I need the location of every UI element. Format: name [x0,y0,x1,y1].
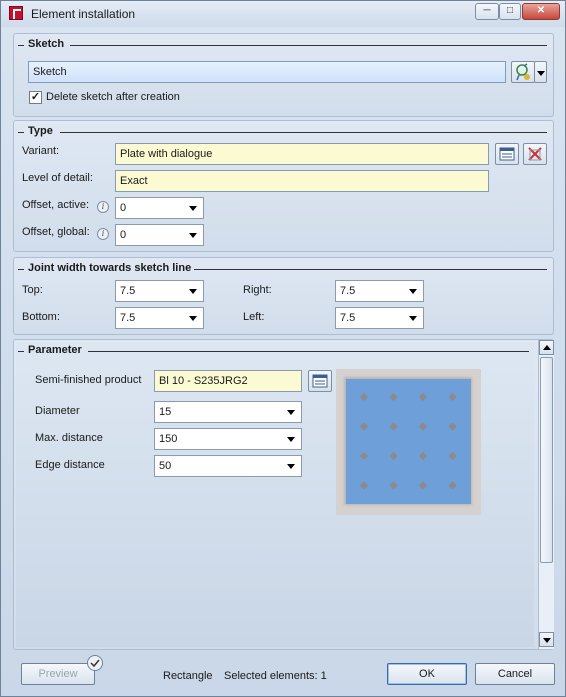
chevron-down-icon [189,206,197,211]
type-section: Type Variant: Plate with dialogue Level … [13,120,554,252]
left-value: 7.5 [340,312,356,324]
preview-check-icon[interactable] [87,655,103,671]
diameter-value: 15 [159,406,172,418]
offset-active-info-icon[interactable]: i [97,201,109,213]
edge-distance-label: Edge distance [35,459,105,471]
sketch-section: Sketch Sketch ✓ Delete sketch after crea… [13,33,554,117]
chevron-down-icon [287,410,295,415]
bottom-value: 7.5 [120,312,136,324]
selected-elements-text: Selected elements: 1 [224,670,327,682]
offset-global-combo[interactable]: 0 [115,224,204,246]
right-label: Right: [243,284,272,296]
bottom-label: Bottom: [22,311,60,323]
right-value: 7.5 [340,285,356,297]
diameter-label: Diameter [35,405,80,417]
left-combo[interactable]: 7.5 [335,307,424,329]
max-distance-combo[interactable]: 150 [154,428,302,450]
preview-button[interactable]: Preview [21,663,95,685]
catalog-icon [312,374,328,388]
max-distance-label: Max. distance [35,432,103,444]
top-value: 7.5 [120,285,136,297]
pick-sketch-icon [516,63,530,81]
scroll-down-button[interactable] [539,632,554,647]
cancel-button[interactable]: Cancel [475,663,555,685]
top-label: Top: [22,284,43,296]
variant-clear-button[interactable] [523,143,547,165]
diameter-combo[interactable]: 15 [154,401,302,423]
element-installation-dialog: Element installation ─ □ ✕ Sketch Sketch… [0,0,566,697]
scroll-thumb[interactable] [540,357,553,563]
edge-distance-combo[interactable]: 50 [154,455,302,477]
parameter-section: Parameter Semi-finished product Bl 10 - … [13,339,554,650]
parameter-heading: Parameter [28,344,82,356]
edge-distance-value: 50 [159,460,172,472]
detail-label: Level of detail: [22,172,93,184]
app-logo-icon [9,6,23,20]
variant-label: Variant: [22,145,60,157]
chevron-up-icon [543,345,551,350]
maximize-button[interactable]: □ [499,3,521,20]
product-field[interactable]: Bl 10 - S235JRG2 [154,370,302,392]
chevron-down-icon [537,71,545,76]
ok-button[interactable]: OK [387,663,467,685]
minimize-button[interactable]: ─ [475,3,499,20]
offset-active-combo[interactable]: 0 [115,197,204,219]
plate-preview-image [336,369,481,515]
left-label: Left: [243,311,265,323]
detail-field[interactable]: Exact [115,170,489,192]
sketch-pick-button[interactable] [511,61,535,83]
window-title: Element installation [31,7,136,21]
title-bar: Element installation ─ □ ✕ [1,1,565,27]
offset-global-label: Offset, global: [22,226,90,238]
chevron-down-icon [409,289,417,294]
offset-active-label: Offset, active: [22,199,90,211]
variant-field[interactable]: Plate with dialogue [115,143,489,165]
chevron-down-icon [543,638,551,643]
delete-sketch-checkbox[interactable]: ✓ [29,91,42,104]
chevron-down-icon [287,464,295,469]
delete-sketch-label: Delete sketch after creation [46,91,180,103]
product-catalog-button[interactable] [308,370,332,392]
offset-global-value: 0 [120,229,127,241]
right-combo[interactable]: 7.5 [335,280,424,302]
variant-catalog-button[interactable] [495,143,519,165]
joint-width-section: Joint width towards sketch line Top: 7.5… [13,257,554,335]
shape-text: Rectangle [163,670,213,682]
offset-active-value: 0 [120,202,127,214]
delete-icon [528,147,542,161]
bottom-combo[interactable]: 7.5 [115,307,204,329]
catalog-icon [499,147,515,161]
scroll-up-button[interactable] [539,340,554,355]
sketch-heading: Sketch [28,38,65,50]
chevron-down-icon [189,233,197,238]
sketch-dropdown-button[interactable] [534,61,547,83]
type-heading: Type [28,125,53,137]
top-combo[interactable]: 7.5 [115,280,204,302]
max-distance-value: 150 [159,433,178,445]
chevron-down-icon [189,316,197,321]
joint-heading: Joint width towards sketch line [28,262,192,274]
chevron-down-icon [189,289,197,294]
close-button[interactable]: ✕ [522,3,560,20]
chevron-down-icon [409,316,417,321]
chevron-down-icon [287,437,295,442]
plate-preview-svg [346,379,471,504]
parameter-scrollbar[interactable] [538,340,554,649]
offset-global-info-icon[interactable]: i [97,228,109,240]
product-label: Semi-finished product [35,374,142,386]
checkmark-icon [90,659,100,668]
sketch-field[interactable]: Sketch [28,61,506,83]
